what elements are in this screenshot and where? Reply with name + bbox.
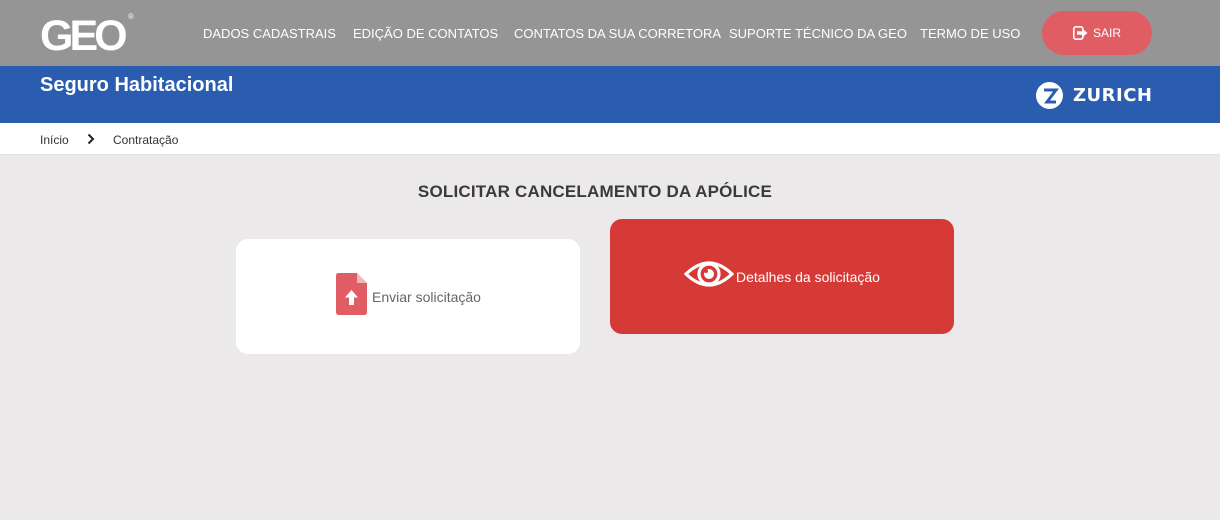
svg-text:GEO: GEO <box>40 12 126 56</box>
request-details-card[interactable]: Detalhes da solicitação <box>610 219 954 334</box>
breadcrumb-inicio[interactable]: Início <box>40 133 69 147</box>
top-nav-bar: GEO ® DADOS CADASTRAIS EDIÇÃO DE CONTATO… <box>0 0 1220 66</box>
nav-termo-de-uso[interactable]: TERMO DE USO <box>920 26 1020 41</box>
section-heading: SOLICITAR CANCELAMENTO DA APÓLICE <box>417 182 773 201</box>
logout-label: SAIR <box>1092 26 1121 40</box>
breadcrumb: Início Contratação <box>0 123 1220 155</box>
nav-dados-cadastrais[interactable]: DADOS CADASTRAIS <box>203 26 336 41</box>
send-request-card[interactable]: Enviar solicitação <box>236 239 580 354</box>
chevron-right-icon <box>87 132 95 150</box>
nav-suporte-tecnico[interactable]: SUPORTE TÉCNICO DA GEO <box>729 26 907 41</box>
nav-contatos-corretora[interactable]: CONTATOS DA SUA CORRETORA <box>514 26 721 41</box>
zurich-name: ZURICH <box>1073 85 1153 106</box>
zurich-z-icon <box>1036 82 1063 109</box>
file-upload-icon <box>335 272 368 321</box>
geo-logo[interactable]: GEO <box>40 12 136 56</box>
breadcrumb-contratacao[interactable]: Contratação <box>113 133 178 147</box>
page-title: Seguro Habitacional <box>40 74 234 96</box>
sign-out-icon <box>1072 26 1089 40</box>
logout-button[interactable]: SAIR <box>1042 11 1152 55</box>
zurich-logo: ZURICH <box>1036 82 1153 109</box>
product-banner: Seguro Habitacional ZURICH <box>0 66 1220 123</box>
nav-edicao-de-contatos[interactable]: EDIÇÃO DE CONTATOS <box>353 26 498 41</box>
request-details-label: Detalhes da solicitação <box>736 268 880 285</box>
eye-icon <box>683 254 735 299</box>
send-request-label: Enviar solicitação <box>372 288 481 305</box>
registered-mark: ® <box>128 12 134 21</box>
